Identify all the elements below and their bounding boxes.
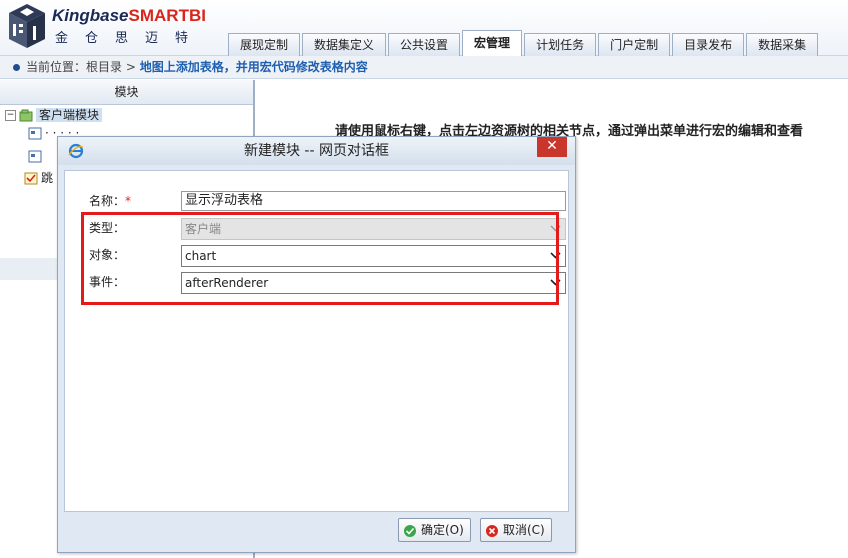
tab-catalog-publish[interactable]: 目录发布 xyxy=(672,33,745,56)
module-panel-header: 模块 xyxy=(0,80,253,105)
event-select[interactable]: afterRenderer xyxy=(181,272,566,294)
type-label: 类型： xyxy=(89,221,126,235)
object-row: 对象： chart xyxy=(89,245,566,267)
tab-scheduled-tasks[interactable]: 计划任务 xyxy=(524,33,597,56)
breadcrumb-current[interactable]: 地图上添加表格，并用宏代码修改表格内容 xyxy=(140,60,368,74)
tree-node-client-module[interactable]: − 客户端模块 xyxy=(5,106,103,124)
cancel-icon xyxy=(486,524,498,537)
object-select[interactable]: chart xyxy=(181,245,566,267)
tab-dataset-definition[interactable]: 数据集定义 xyxy=(302,33,387,56)
chevron-down-icon[interactable] xyxy=(550,279,561,286)
tree-node-child[interactable] xyxy=(28,147,45,165)
checkmark-icon xyxy=(404,524,416,537)
tree-node-jump[interactable]: 跳 xyxy=(24,169,53,187)
main-tab-bar: 展现定制 数据集定义 公共设置 宏管理 计划任务 门户定制 目录发布 数据采集 xyxy=(228,30,820,56)
tree-node-label: 跳 xyxy=(41,171,54,185)
dialog-title: 新建模块 -- 网页对话框 xyxy=(243,143,389,159)
tab-data-collection[interactable]: 数据采集 xyxy=(746,33,819,56)
type-row: 类型： 客户端 xyxy=(89,218,566,240)
type-select-value: 客户端 xyxy=(185,222,222,236)
brand-subtitle: 金仓思迈特 xyxy=(55,31,206,46)
name-input[interactable]: 显示浮动表格 xyxy=(181,191,566,211)
ok-button[interactable]: 确定(O) xyxy=(398,518,471,542)
cancel-button[interactable]: 取消(C) xyxy=(480,518,552,542)
event-select-value: afterRenderer xyxy=(185,276,269,290)
event-label: 事件： xyxy=(89,275,126,289)
tree-node-label: 客户端模块 xyxy=(36,108,103,122)
object-label: 对象： xyxy=(89,248,126,262)
dialog-close-button[interactable]: ✕ xyxy=(537,137,567,157)
dialog-footer: 确定(O) 取消(C) xyxy=(64,513,567,547)
object-select-value: chart xyxy=(185,249,217,263)
breadcrumb: 当前位置：根目录 > 地图上添加表格，并用宏代码修改表格内容 xyxy=(0,56,848,79)
breadcrumb-prefix: 当前位置： xyxy=(26,60,87,74)
macro-item-icon xyxy=(28,127,42,140)
chevron-down-icon xyxy=(550,225,561,232)
cancel-button-label: 取消(C) xyxy=(503,523,545,537)
checkbox-doc-icon xyxy=(24,172,38,185)
app-header: KingbaseSMARTBI 金仓思迈特 展现定制 数据集定义 公共设置 宏管… xyxy=(0,0,848,56)
breadcrumb-root[interactable]: 根目录 > xyxy=(86,60,136,74)
name-label: 名称： xyxy=(89,194,126,208)
breadcrumb-bullet-icon xyxy=(13,63,20,71)
tab-public-settings[interactable]: 公共设置 xyxy=(388,33,461,56)
tab-portal-customization[interactable]: 门户定制 xyxy=(598,33,671,56)
required-mark: * xyxy=(125,194,132,208)
macro-item-icon xyxy=(28,150,42,163)
type-select: 客户端 xyxy=(181,218,566,240)
chevron-down-icon[interactable] xyxy=(550,252,561,259)
ie-browser-icon xyxy=(68,143,84,159)
event-row: 事件： afterRenderer xyxy=(89,272,566,294)
ok-button-label: 确定(O) xyxy=(421,523,464,537)
module-folder-icon xyxy=(19,109,33,122)
tab-macro-management[interactable]: 宏管理 xyxy=(462,30,523,56)
new-module-dialog: 新建模块 -- 网页对话框 ✕ 名称：* 显示浮动表格 类型： 客户端 对象： … xyxy=(57,136,576,553)
brand-logo-text: KingbaseSMARTBI xyxy=(52,6,206,25)
dialog-form: 名称：* 显示浮动表格 类型： 客户端 对象： chart 事件： afterR… xyxy=(64,170,569,512)
collapse-toggle-icon[interactable]: − xyxy=(5,110,16,121)
dialog-title-bar[interactable]: 新建模块 -- 网页对话框 xyxy=(58,137,575,165)
name-row: 名称：* 显示浮动表格 xyxy=(89,191,566,211)
tab-presentation[interactable]: 展现定制 xyxy=(228,33,301,56)
kingbase-cube-logo-icon xyxy=(9,4,45,48)
